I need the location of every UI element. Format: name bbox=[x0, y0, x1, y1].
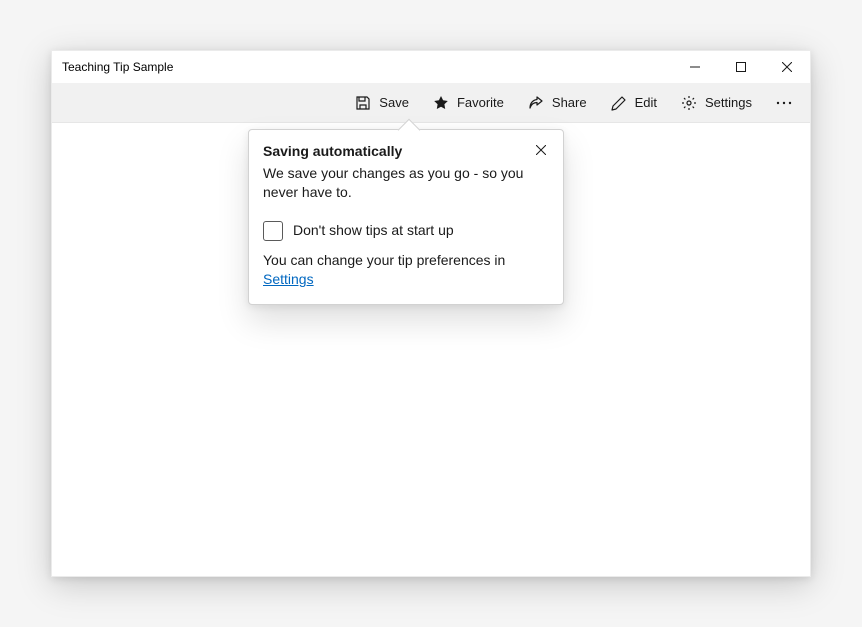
settings-label: Settings bbox=[705, 95, 752, 110]
tip-settings-link[interactable]: Settings bbox=[263, 271, 314, 287]
save-label: Save bbox=[379, 95, 409, 110]
favorite-button[interactable]: Favorite bbox=[423, 87, 514, 119]
favorite-label: Favorite bbox=[457, 95, 504, 110]
maximize-button[interactable] bbox=[718, 51, 764, 83]
tip-subtitle: We save your changes as you go - so you … bbox=[263, 164, 549, 203]
save-button[interactable]: Save bbox=[345, 87, 419, 119]
minimize-icon bbox=[690, 62, 700, 72]
edit-button[interactable]: Edit bbox=[601, 87, 667, 119]
save-icon bbox=[355, 95, 371, 111]
maximize-icon bbox=[736, 62, 746, 72]
gear-icon bbox=[681, 95, 697, 111]
titlebar-controls bbox=[672, 51, 810, 83]
settings-button[interactable]: Settings bbox=[671, 87, 762, 119]
tip-checkbox[interactable] bbox=[263, 221, 283, 241]
titlebar: Teaching Tip Sample bbox=[52, 51, 810, 83]
command-bar: Save Favorite Share Edit Settings bbox=[52, 83, 810, 123]
close-icon bbox=[782, 62, 792, 72]
tip-close-button[interactable] bbox=[531, 140, 551, 160]
star-icon bbox=[433, 95, 449, 111]
close-button[interactable] bbox=[764, 51, 810, 83]
edit-label: Edit bbox=[635, 95, 657, 110]
minimize-button[interactable] bbox=[672, 51, 718, 83]
more-button[interactable] bbox=[766, 87, 802, 119]
tip-checkbox-row: Don't show tips at start up bbox=[263, 221, 549, 241]
edit-icon bbox=[611, 95, 627, 111]
share-button[interactable]: Share bbox=[518, 87, 597, 119]
teaching-tip: Saving automatically We save your change… bbox=[248, 129, 564, 305]
close-icon bbox=[536, 145, 546, 155]
tip-title: Saving automatically bbox=[263, 142, 531, 162]
window-title: Teaching Tip Sample bbox=[62, 60, 672, 74]
share-label: Share bbox=[552, 95, 587, 110]
tip-header: Saving automatically bbox=[263, 142, 549, 162]
share-icon bbox=[528, 95, 544, 111]
app-window: Teaching Tip Sample Save Favorite Share bbox=[51, 50, 811, 577]
tip-footer: You can change your tip preferences in S… bbox=[263, 251, 549, 290]
tip-checkbox-label: Don't show tips at start up bbox=[293, 221, 454, 241]
tip-footer-text: You can change your tip preferences in bbox=[263, 252, 505, 268]
more-icon bbox=[776, 95, 792, 111]
